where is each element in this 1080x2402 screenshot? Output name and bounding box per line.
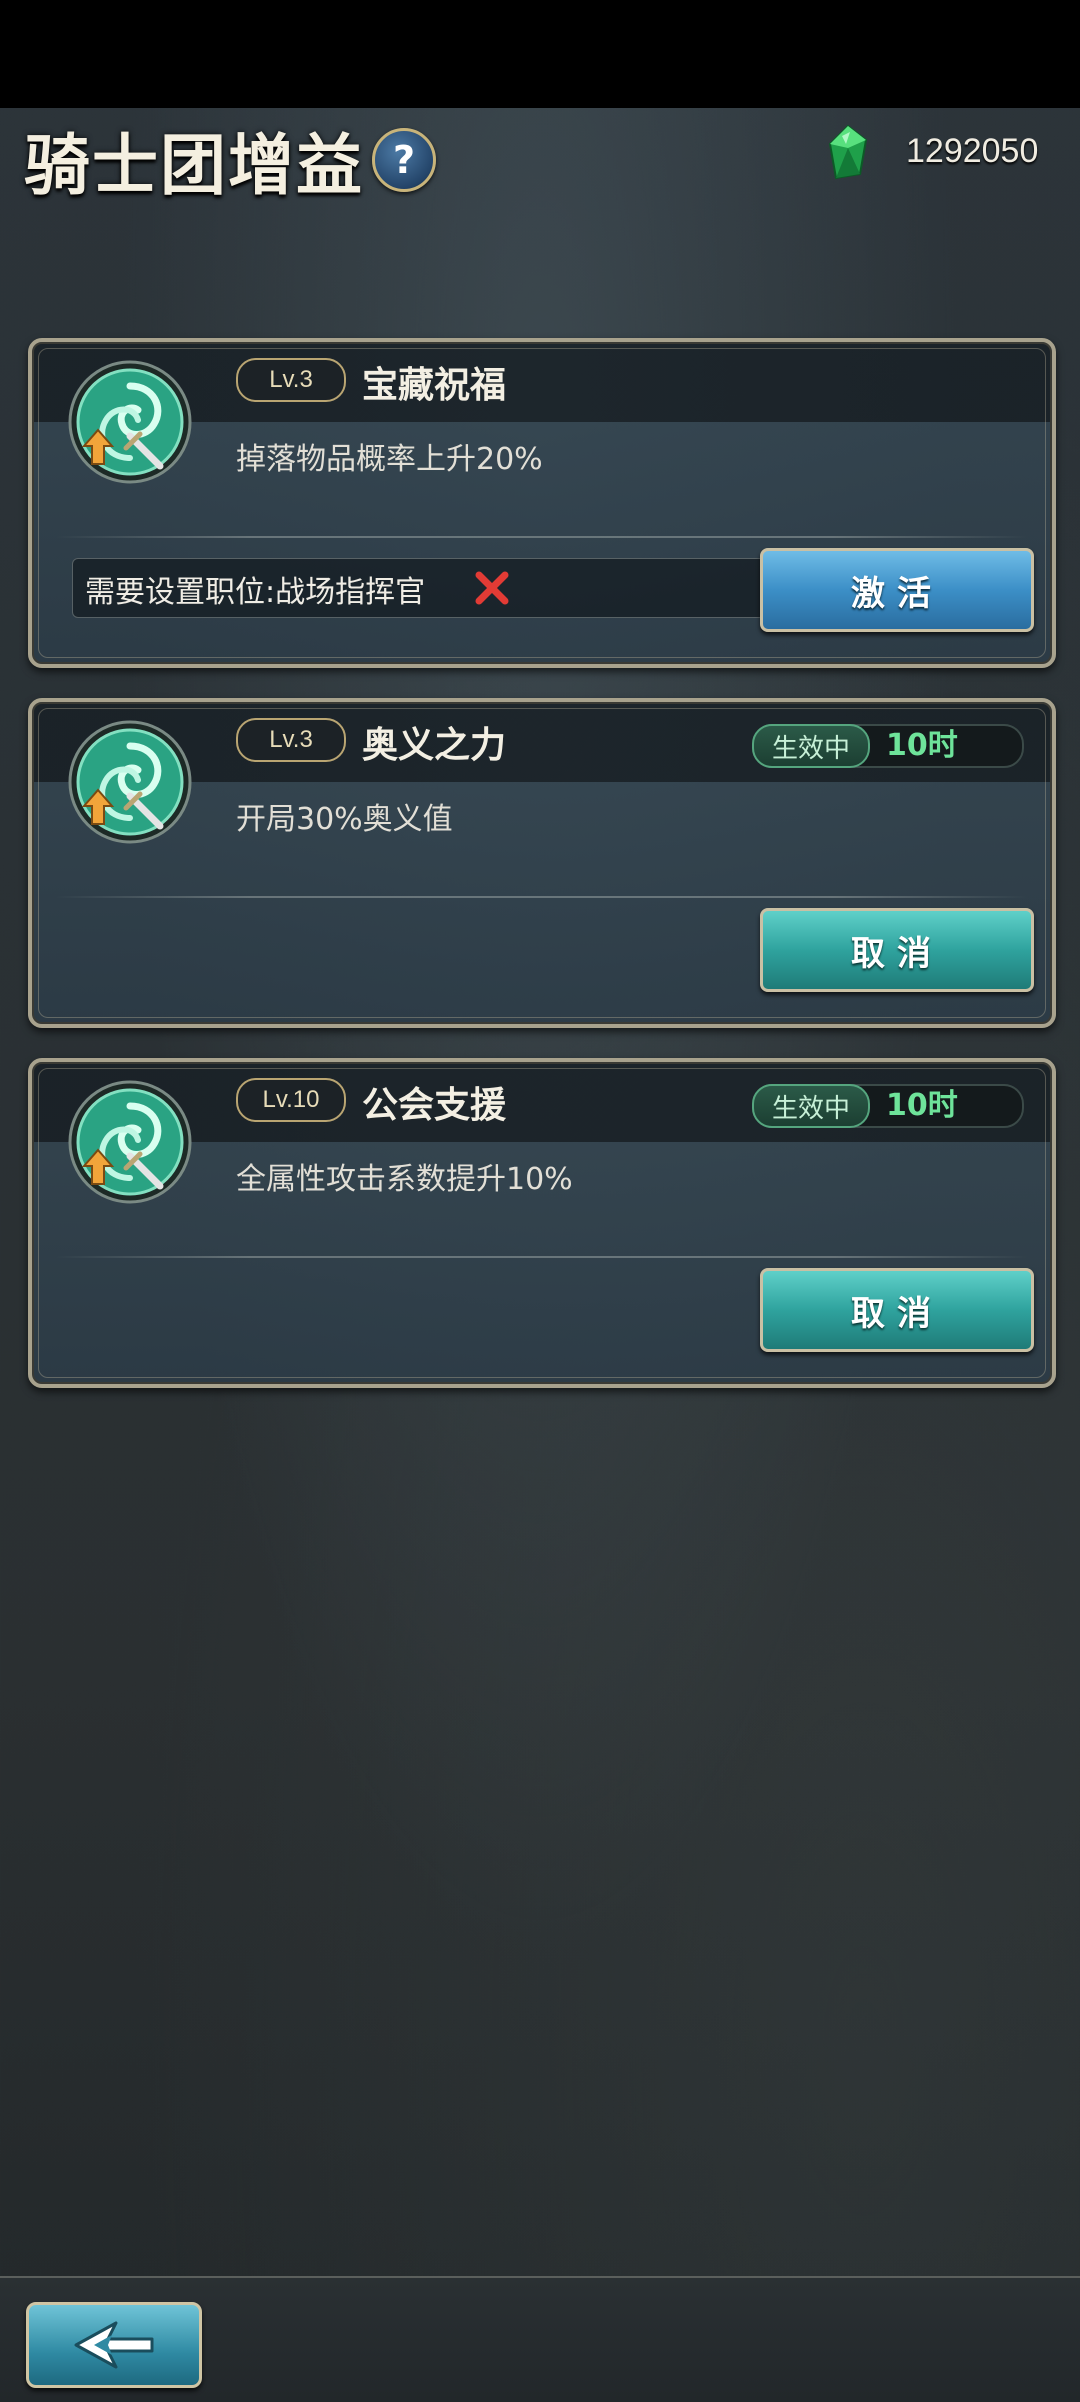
green-swirl-sword-icon — [68, 720, 192, 844]
buff-description: 掉落物品概率上升20% — [236, 442, 543, 477]
green-swirl-sword-icon — [68, 1080, 192, 1204]
buff-card-treasure: Lv.3 宝藏祝福 掉落物品概率上升20% 需要设置职位:战场指挥官 激活 — [28, 338, 1056, 668]
status-badge: 生效中 — [752, 724, 870, 768]
red-x-icon — [475, 571, 509, 605]
status-bar — [0, 0, 1080, 108]
back-arrow-icon — [74, 2321, 154, 2369]
level-badge: Lv.3 — [236, 358, 346, 402]
status-indicator: 生效中 10时 — [752, 1084, 1024, 1128]
green-swirl-sword-icon — [68, 360, 192, 484]
requirement-box: 需要设置职位:战场指挥官 — [72, 558, 794, 618]
remaining-time: 10时 — [886, 728, 958, 763]
remaining-time: 10时 — [886, 1088, 958, 1123]
buff-name: 奥义之力 — [362, 725, 507, 766]
status-badge: 生效中 — [752, 1084, 870, 1128]
back-button[interactable] — [26, 2302, 202, 2388]
level-badge: Lv.3 — [236, 718, 346, 762]
level-badge: Lv.10 — [236, 1078, 346, 1122]
buff-name: 公会支援 — [362, 1085, 507, 1126]
header: 骑士团增益 ? 1292050 — [0, 108, 1080, 228]
buff-description: 开局30%奥义值 — [236, 802, 453, 837]
buff-card-ultimate-power: Lv.3 奥义之力 生效中 10时 开局30%奥义值 取消 — [28, 698, 1056, 1028]
cancel-button[interactable]: 取消 — [760, 908, 1034, 992]
status-indicator: 生效中 10时 — [752, 724, 1024, 768]
divider — [56, 536, 1028, 538]
divider — [56, 896, 1028, 898]
help-button[interactable]: ? — [372, 128, 436, 192]
divider — [56, 1256, 1028, 1258]
buff-description: 全属性攻击系数提升10% — [236, 1162, 573, 1197]
activate-button[interactable]: 激活 — [760, 548, 1034, 632]
bottom-bar — [0, 2276, 1080, 2402]
page-title: 骑士团增益 — [24, 126, 364, 204]
requirement-text: 需要设置职位:战场指挥官 — [85, 575, 426, 610]
buff-name: 宝藏祝福 — [362, 365, 507, 406]
green-gem-icon — [828, 124, 868, 180]
cancel-button[interactable]: 取消 — [760, 1268, 1034, 1352]
question-icon: ? — [392, 138, 416, 182]
buff-card-guild-support: Lv.10 公会支援 生效中 10时 全属性攻击系数提升10% 取消 — [28, 1058, 1056, 1388]
currency-amount: 1292050 — [906, 132, 1039, 170]
